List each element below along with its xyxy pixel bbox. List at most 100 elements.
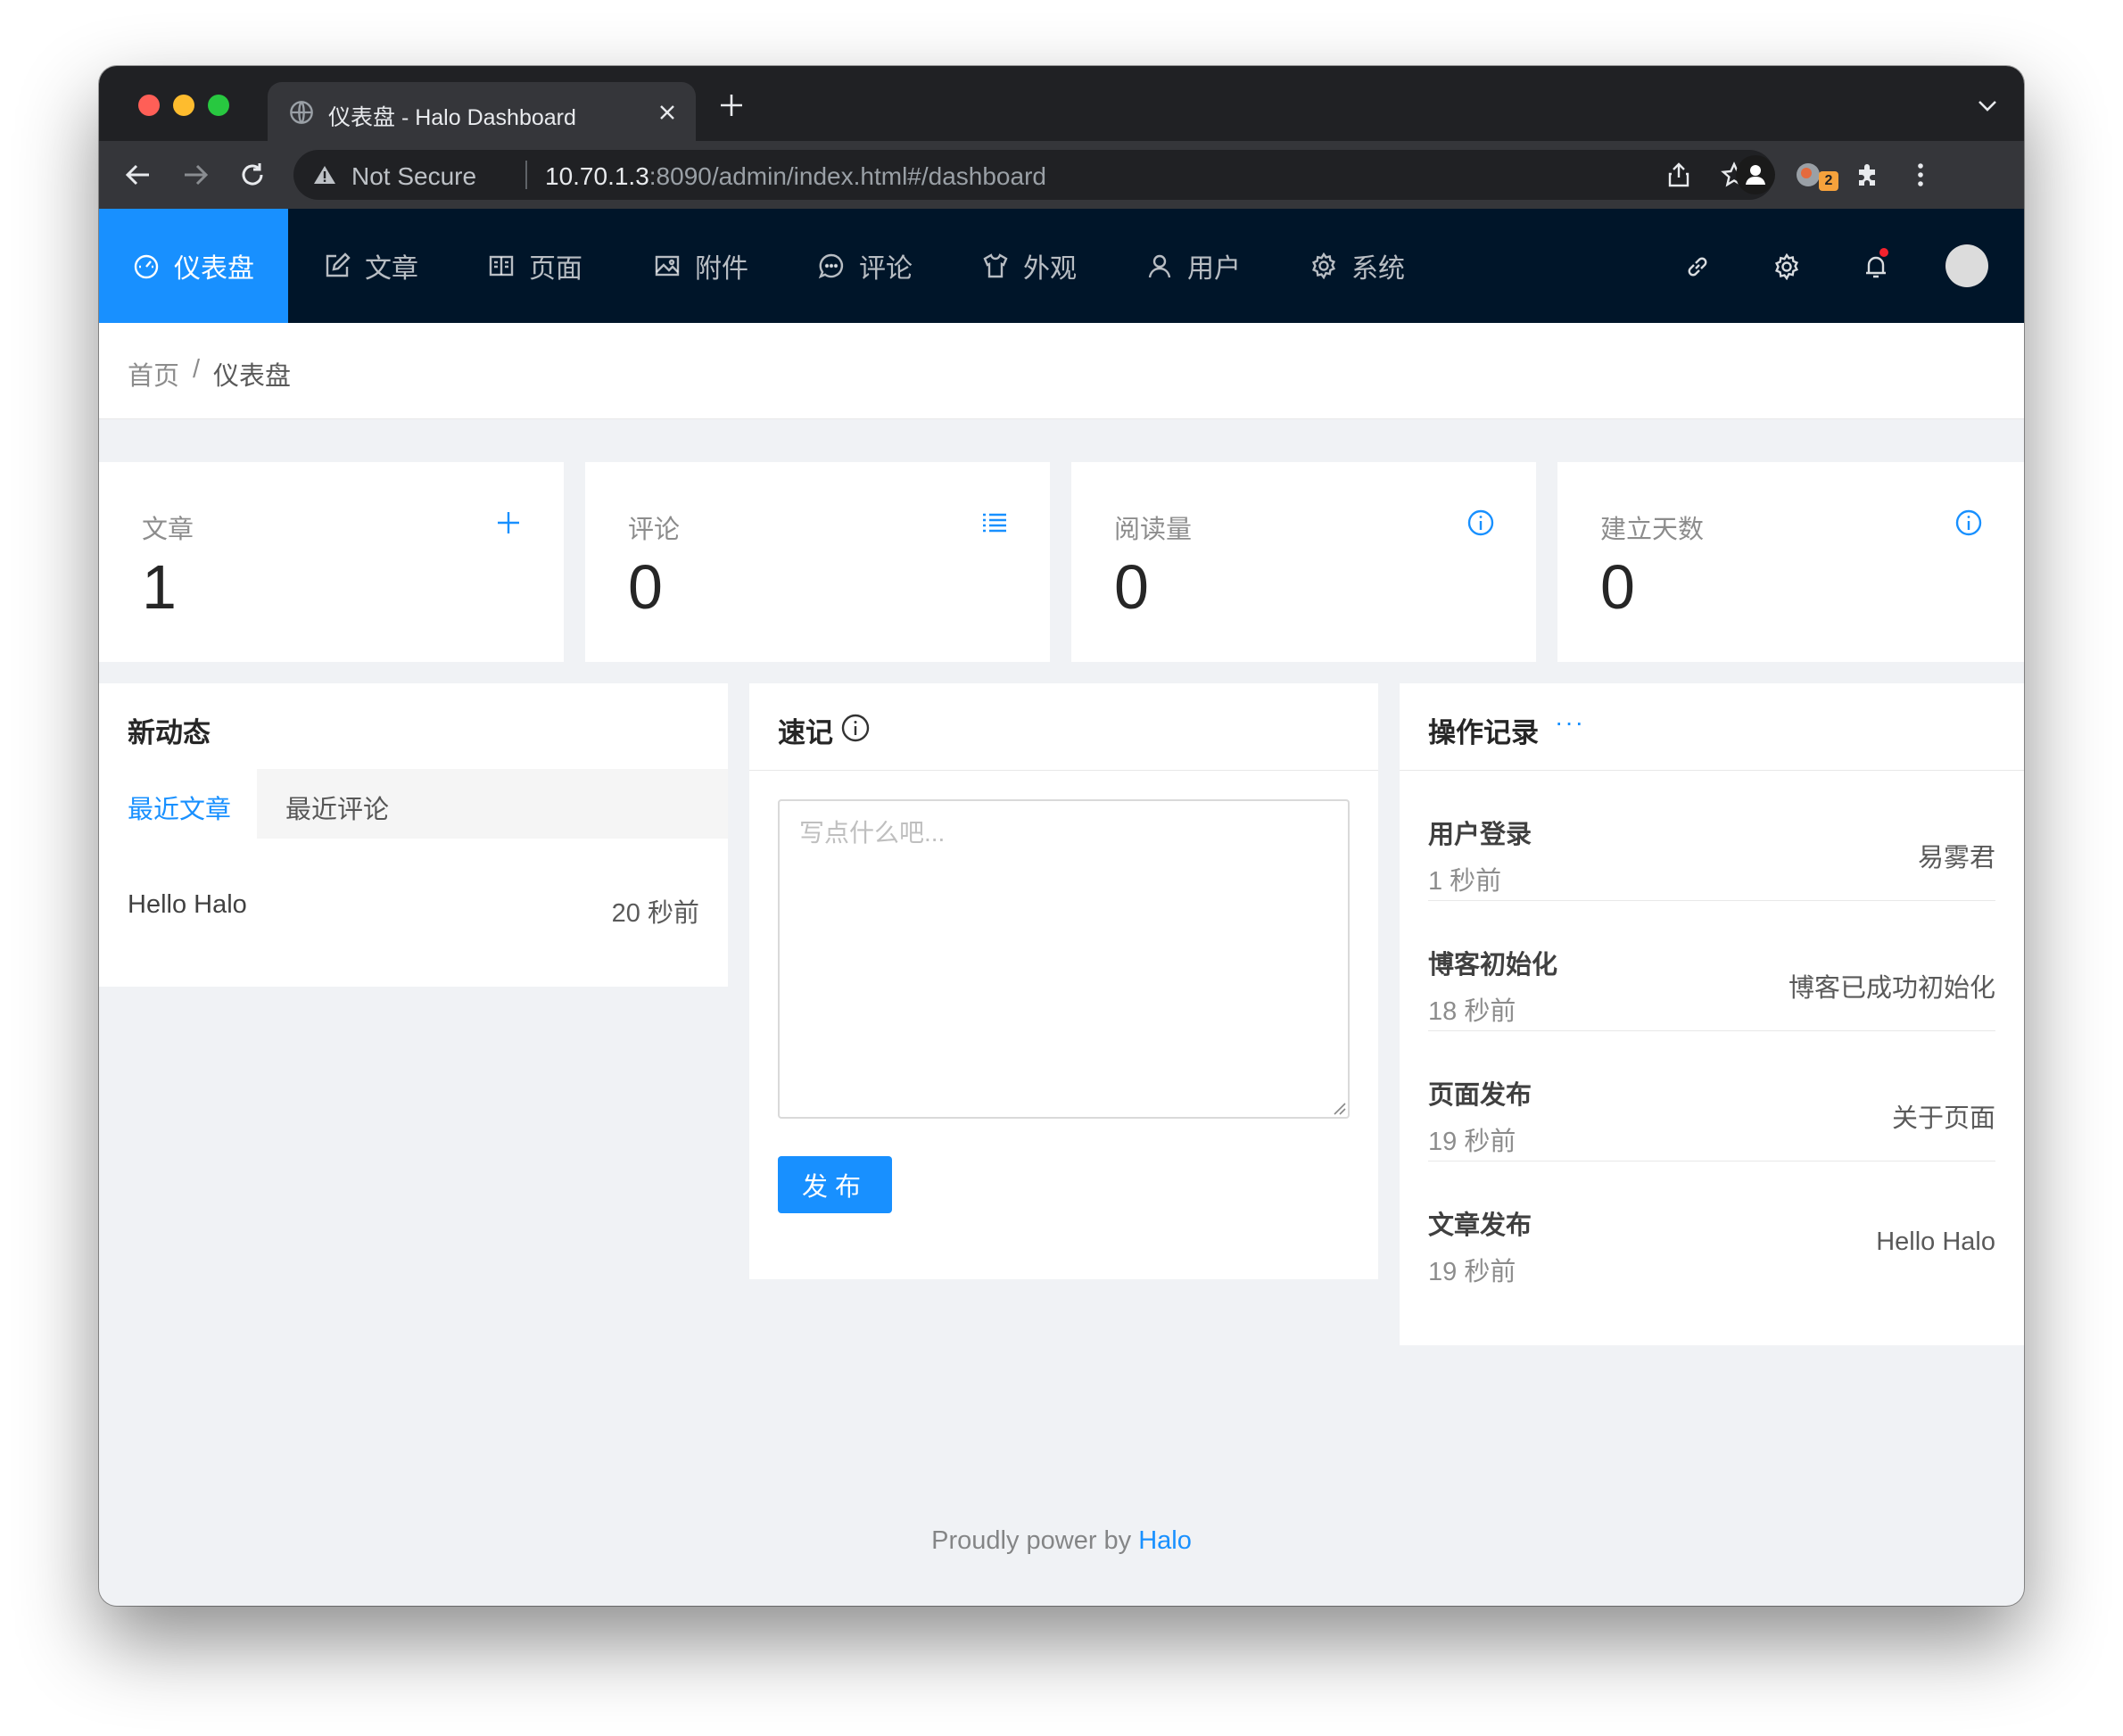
nav-item-posts[interactable]: 文章 [324, 209, 418, 323]
avatar[interactable] [1945, 244, 1988, 287]
chevron-down-icon[interactable] [1978, 100, 1997, 112]
nav-item-pages[interactable]: 页面 [488, 209, 582, 323]
stat-label: 建立天数 [1600, 516, 1705, 544]
puzzle-extensions-icon[interactable] [1854, 161, 1882, 189]
panel-header: 新动态 [99, 683, 728, 771]
skin-icon [983, 253, 1008, 278]
stat-label: 评论 [628, 516, 681, 544]
nav-item-users[interactable]: 用户 [1146, 209, 1241, 323]
browser-tabstrip: 仪表盘 - Halo Dashboard [99, 66, 2024, 141]
extension-badge: 2 [1819, 171, 1838, 191]
stat-card-views: 阅读量 0 [1071, 462, 1536, 662]
stat-card-comments: 评论 0 [585, 462, 1050, 662]
forward-arrow-icon[interactable] [181, 161, 210, 189]
nav-label: 外观 [1023, 254, 1077, 284]
book-icon [489, 255, 514, 277]
security-label[interactable]: Not Secure [351, 162, 476, 191]
panel-title: 新动态 [128, 717, 211, 748]
log-detail: Hello Halo [1876, 1228, 1995, 1256]
browser-tab-active[interactable]: 仪表盘 - Halo Dashboard [268, 82, 696, 141]
operation-log-panel: 操作记录 ··· 用户登录 1 秒前 易雾君 博客初始化 18 秒前 博客已成功… [1400, 683, 2024, 1345]
close-window-button[interactable] [138, 95, 160, 116]
stat-card-days: 建立天数 0 [1557, 462, 2024, 662]
post-title-link[interactable]: Hello Halo [128, 890, 247, 920]
publish-button[interactable]: 发布 [778, 1156, 892, 1213]
nav-label: 系统 [1351, 254, 1405, 284]
url-path: :8090/admin/index.html#/dashboard [648, 162, 1046, 190]
warning-triangle-icon[interactable] [313, 164, 336, 186]
setting-icon[interactable] [1773, 253, 1800, 280]
tab-title: 仪表盘 - Halo Dashboard [328, 105, 576, 130]
tab-recent-comments[interactable]: 最近评论 [285, 789, 389, 826]
breadcrumb: 首页 / 仪表盘 [99, 323, 2024, 419]
list-icon[interactable] [980, 508, 1009, 537]
breadcrumb-separator: / [193, 355, 201, 384]
address-bar[interactable]: Not Secure 10.70.1.3:8090/admin/index.ht… [293, 150, 1774, 200]
stat-card-posts: 文章 1 [99, 462, 564, 662]
omnibox-divider [525, 161, 527, 189]
user-icon [1148, 254, 1171, 278]
stat-value: 1 [142, 552, 177, 622]
panel-header: 速记 [749, 683, 1378, 771]
close-tab-icon[interactable] [658, 103, 676, 121]
log-type: 用户登录 [1428, 821, 1532, 849]
log-time: 1 秒前 [1428, 867, 1502, 896]
resize-grip-icon[interactable] [1334, 1103, 1346, 1115]
nav-item-attachments[interactable]: 附件 [654, 209, 748, 323]
nav-item-comments[interactable]: 评论 [818, 209, 913, 323]
new-tab-icon[interactable] [719, 93, 744, 118]
nav-label: 文章 [365, 254, 418, 284]
log-detail: 博客已成功初始化 [1788, 974, 1995, 1003]
tab-recent-posts[interactable]: 最近文章 [99, 769, 257, 839]
reload-icon[interactable] [238, 161, 267, 189]
link-icon[interactable] [1684, 253, 1711, 280]
more-icon[interactable]: ··· [1555, 708, 1585, 737]
browser-window: 仪表盘 - Halo Dashboard Not Secure 10.70.1.… [99, 66, 2024, 1606]
list-item: 用户登录 1 秒前 易雾君 [1428, 771, 1995, 901]
panel-header: 操作记录 ··· [1400, 683, 2024, 771]
memo-textarea[interactable] [778, 799, 1350, 1119]
share-icon[interactable] [1665, 161, 1692, 188]
url-host: 10.70.1.3 [545, 162, 649, 190]
post-time: 20 秒前 [611, 899, 699, 928]
back-arrow-icon[interactable] [124, 161, 153, 189]
footer: Proudly power by Halo [99, 1526, 2024, 1556]
nav-item-dashboard[interactable]: 仪表盘 [99, 209, 288, 323]
list-item: 页面发布 19 秒前 关于页面 [1428, 1031, 1995, 1161]
stat-value: 0 [1114, 552, 1149, 622]
browser-toolbar: Not Secure 10.70.1.3:8090/admin/index.ht… [99, 141, 2024, 209]
log-type: 文章发布 [1428, 1211, 1532, 1240]
nav-label: 评论 [859, 254, 913, 284]
minimize-window-button[interactable] [173, 95, 194, 116]
footer-text: Proudly power by [931, 1526, 1132, 1555]
stat-label: 文章 [142, 516, 194, 544]
breadcrumb-home-link[interactable]: 首页 [128, 355, 179, 393]
setting-icon [1311, 252, 1336, 279]
person-icon [1746, 165, 1765, 185]
stat-value: 0 [1600, 552, 1635, 622]
nav-item-system[interactable]: 系统 [1310, 209, 1405, 323]
nav-label: 附件 [695, 254, 748, 284]
info-circle-icon[interactable] [1466, 508, 1495, 537]
log-detail: 易雾君 [1917, 844, 1995, 872]
panel-title: 速记 [778, 717, 833, 748]
log-time: 19 秒前 [1428, 1128, 1516, 1156]
log-time: 19 秒前 [1428, 1258, 1516, 1286]
log-type: 页面发布 [1428, 1081, 1532, 1110]
info-circle-icon[interactable] [1954, 508, 1983, 537]
log-detail: 关于页面 [1891, 1104, 1995, 1133]
footer-halo-link[interactable]: Halo [1138, 1526, 1192, 1555]
url-text[interactable]: 10.70.1.3:8090/admin/index.html#/dashboa… [545, 162, 1046, 191]
notification-dot [1878, 246, 1890, 259]
edit-icon [326, 252, 351, 277]
maximize-window-button[interactable] [208, 95, 229, 116]
stat-value: 0 [628, 552, 663, 622]
nav-item-appearance[interactable]: 外观 [982, 209, 1077, 323]
more-vertical-icon[interactable] [1906, 161, 1935, 189]
tab-label: 最近文章 [128, 796, 232, 824]
info-circle-icon[interactable] [840, 713, 871, 743]
plus-icon[interactable] [494, 508, 523, 537]
nav-label: 仪表盘 [174, 254, 254, 284]
memo-panel: 速记 发布 [749, 683, 1378, 1279]
nav-label: 用户 [1187, 254, 1241, 284]
